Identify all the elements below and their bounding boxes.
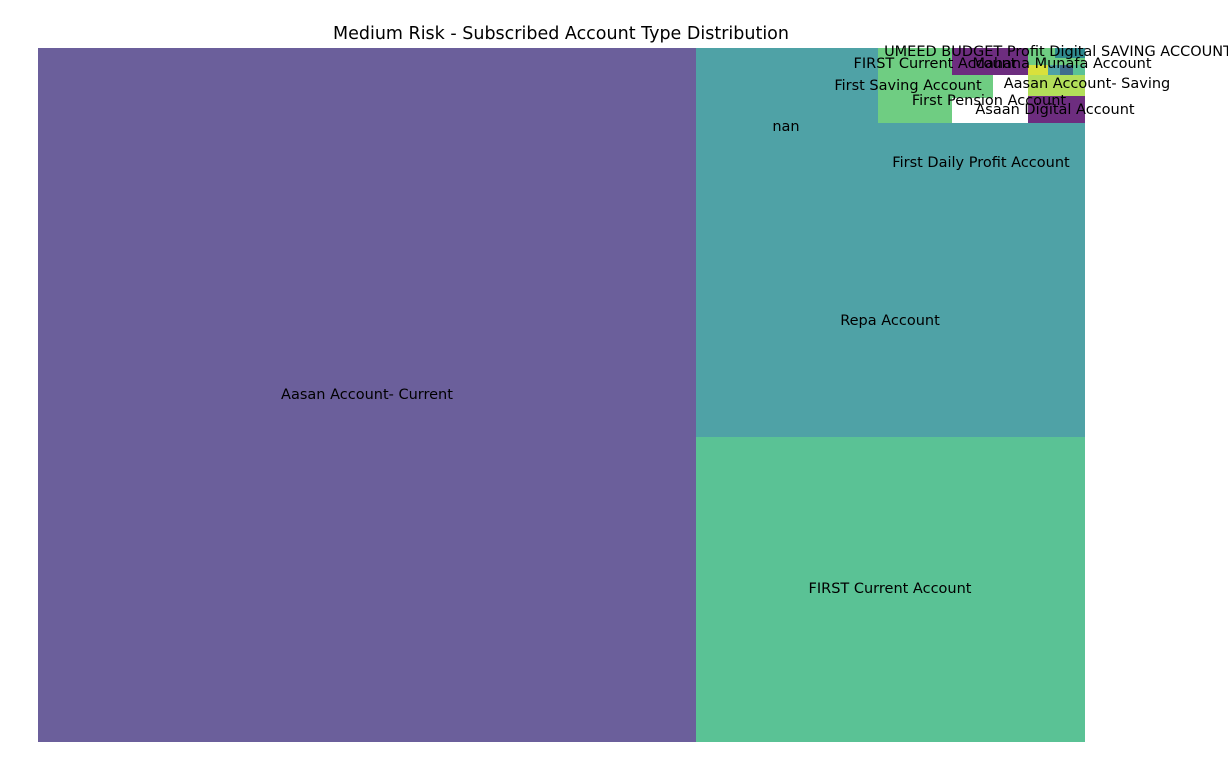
treemap-tile-label: Asaan Digital Account: [975, 102, 1135, 118]
treemap-tiles: [38, 48, 1085, 742]
treemap-tile-label: Aasan Account- Saving: [1004, 76, 1171, 92]
treemap-tile-label: First Saving Account: [834, 78, 982, 94]
treemap-chart: Medium Risk - Subscribed Account Type Di…: [38, 24, 1228, 742]
chart-title: Medium Risk - Subscribed Account Type Di…: [333, 24, 789, 44]
treemap-tile-label: First Daily Profit Account: [892, 155, 1070, 171]
treemap-tile-label: Repa Account: [840, 313, 940, 329]
treemap-tile-label: nan: [772, 119, 799, 135]
treemap-tile-label: Aasan Account- Current: [281, 387, 453, 403]
treemap-tile-label: UMEED BUDGET Profit Digital SAVING ACCOU…: [884, 44, 1228, 60]
treemap-tile-label: FIRST Current Account: [809, 581, 972, 597]
